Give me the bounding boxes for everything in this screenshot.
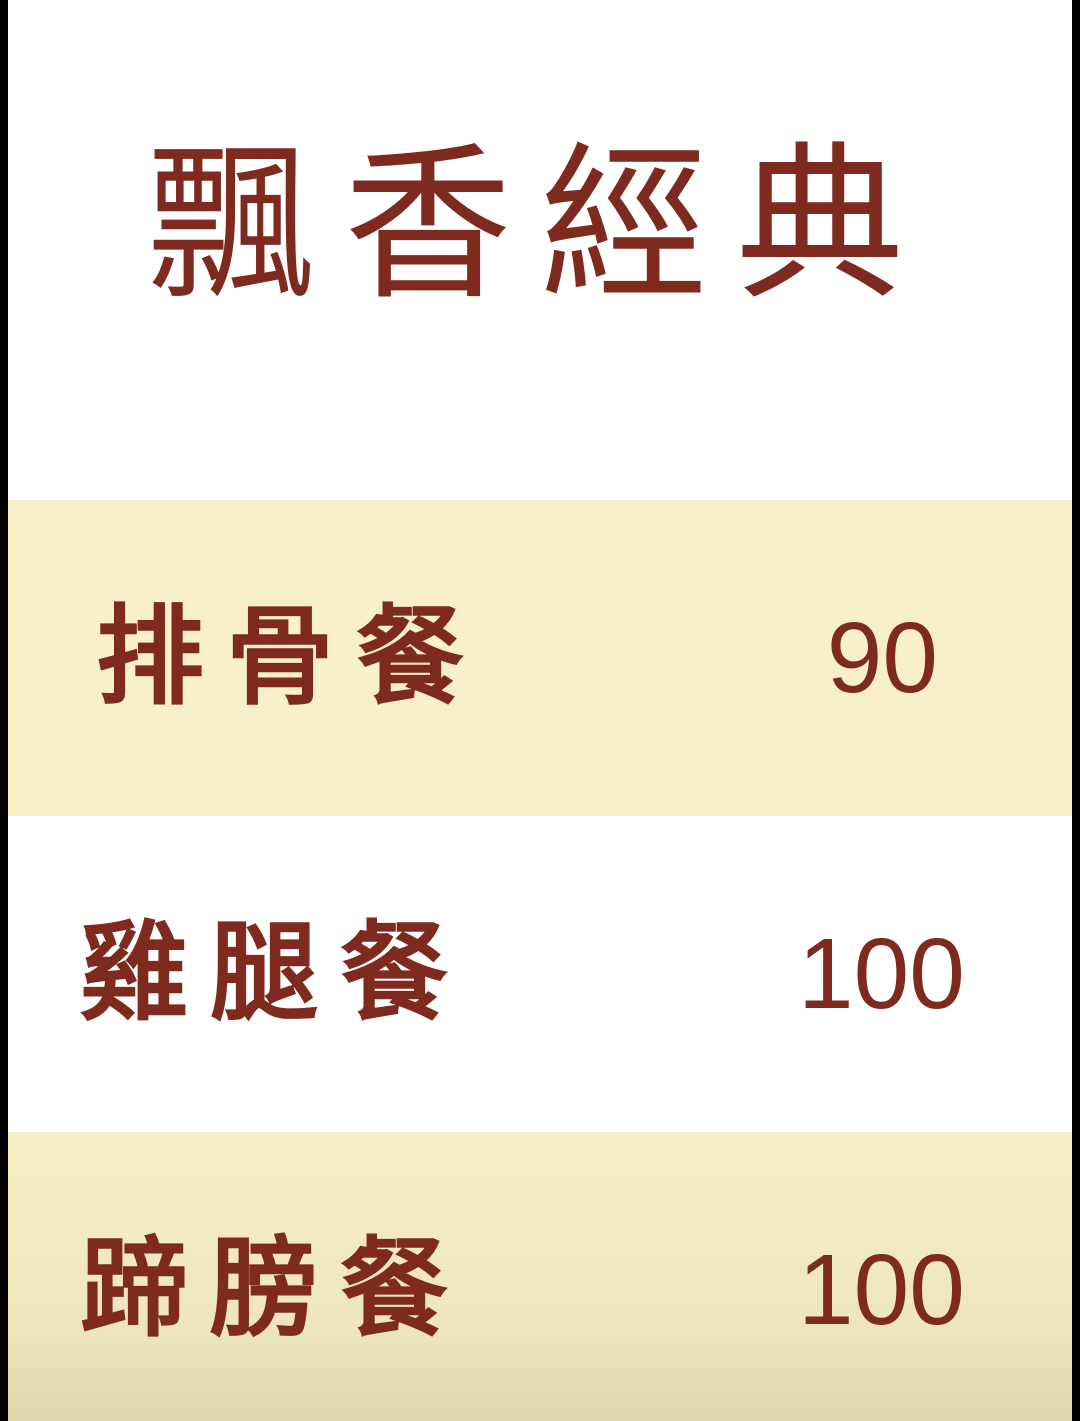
- menu-item-name: 雞腿餐: [80, 911, 471, 1036]
- menu-board: 飄香經典 排骨餐 90 雞腿餐 100 蹄膀餐 100: [8, 0, 1072, 1421]
- menu-item-price: 100: [798, 918, 965, 1030]
- menu-item-name: 蹄膀餐: [80, 1227, 471, 1352]
- menu-item-row: 排骨餐 90: [8, 500, 1072, 816]
- screen-frame: 飄香經典 排骨餐 90 雞腿餐 100 蹄膀餐 100: [0, 0, 1080, 1421]
- menu-item-row: 蹄膀餐 100: [8, 1132, 1072, 1421]
- menu-item-name: 排骨餐: [96, 595, 487, 720]
- menu-item-row: 雞腿餐 100: [8, 816, 1072, 1132]
- menu-item-price: 90: [826, 602, 938, 714]
- menu-title: 飄香經典: [148, 127, 932, 323]
- menu-item-price: 100: [798, 1234, 965, 1346]
